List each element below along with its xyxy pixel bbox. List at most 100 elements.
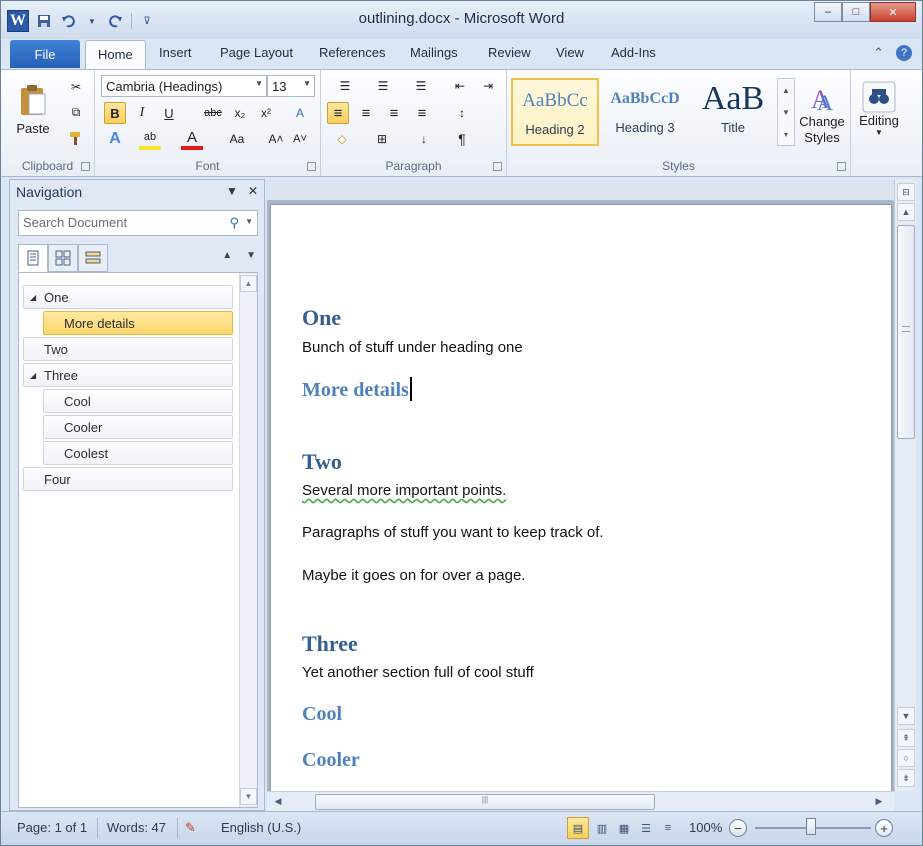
search-icon[interactable]: ⚲: [229, 215, 239, 231]
subscript-button[interactable]: x₂: [229, 102, 251, 124]
font-color-icon[interactable]: A: [181, 128, 203, 150]
styles-gallery-scroll[interactable]: ▲ ▼ ▾: [777, 78, 795, 146]
paste-button[interactable]: Paste: [13, 76, 53, 142]
styles-dialog-launcher-icon[interactable]: [837, 162, 846, 171]
browse-results-icon[interactable]: [78, 244, 108, 272]
tab-review[interactable]: Review: [488, 45, 531, 60]
underline-button[interactable]: U: [158, 102, 180, 124]
editing-button[interactable]: Editing ▼: [857, 74, 901, 144]
highlight-icon[interactable]: ab: [139, 128, 161, 150]
draft-view-icon[interactable]: ≡: [657, 817, 679, 839]
body-paragraph[interactable]: Maybe it goes on for over a page.: [302, 567, 525, 584]
clipboard-dialog-launcher-icon[interactable]: [81, 162, 90, 171]
numbering-icon[interactable]: ☰: [367, 75, 399, 97]
previous-heading-icon[interactable]: ▲: [222, 250, 232, 261]
change-styles-button[interactable]: AA Change Styles: [797, 78, 847, 152]
page-count[interactable]: Page: 1 of 1: [17, 820, 87, 835]
font-size-combo[interactable]: 13 ▼: [267, 75, 315, 97]
close-button[interactable]: ✕: [870, 2, 916, 22]
sort-icon[interactable]: ↓: [413, 128, 435, 150]
horizontal-scrollbar[interactable]: ◀ ||| ▶: [267, 791, 894, 811]
body-paragraph[interactable]: Paragraphs of stuff you want to keep tra…: [302, 524, 604, 541]
search-document-input[interactable]: Search Document ⚲ ▼: [18, 210, 258, 236]
grow-font-button[interactable]: A˄: [265, 128, 287, 150]
minimize-button[interactable]: –: [814, 2, 842, 22]
body-paragraph[interactable]: Several more important points.: [302, 482, 506, 499]
scroll-right-icon[interactable]: ▶: [870, 793, 888, 810]
paragraph-dialog-launcher-icon[interactable]: [493, 162, 502, 171]
minimize-ribbon-icon[interactable]: ⌃: [873, 45, 884, 61]
style-title[interactable]: AaB Title: [689, 78, 777, 146]
change-case-button[interactable]: Aa: [223, 128, 251, 150]
zoom-in-icon[interactable]: +: [875, 819, 893, 837]
heading-more-details[interactable]: More details: [302, 377, 412, 402]
search-options-chevron-down-icon[interactable]: ▼: [245, 217, 253, 226]
next-page-icon[interactable]: ⇟: [897, 769, 915, 787]
collapse-triangle-icon[interactable]: ◢: [30, 293, 38, 302]
justify-icon[interactable]: ≡: [411, 102, 433, 124]
zoom-slider-thumb[interactable]: [806, 818, 816, 835]
language-indicator[interactable]: English (U.S.): [221, 820, 301, 835]
browse-headings-icon[interactable]: [18, 244, 48, 272]
ruler-toggle-icon[interactable]: ⊟: [897, 183, 915, 201]
maximize-button[interactable]: □: [842, 2, 870, 22]
font-dialog-launcher-icon[interactable]: [307, 162, 316, 171]
heading-one[interactable]: One: [302, 305, 341, 331]
tab-file[interactable]: File: [10, 40, 80, 68]
vertical-scrollbar[interactable]: ⊟ ▲ ▼ ⇞ ○ ⇟: [894, 179, 916, 791]
italic-button[interactable]: I: [131, 102, 153, 124]
scroll-left-icon[interactable]: ◀: [269, 793, 287, 810]
font-name-combo[interactable]: Cambria (Headings) ▼: [101, 75, 267, 97]
heading-three[interactable]: Three: [302, 631, 358, 657]
full-screen-reading-icon[interactable]: ▥: [591, 817, 613, 839]
nav-heading-four[interactable]: Four: [23, 467, 233, 491]
nav-heading-coolest[interactable]: Coolest: [43, 441, 233, 465]
horizontal-scroll-thumb[interactable]: |||: [315, 794, 655, 810]
web-layout-icon[interactable]: ▦: [613, 817, 635, 839]
tab-references[interactable]: References: [319, 45, 385, 60]
bullets-icon[interactable]: ☰: [329, 75, 361, 97]
tab-home[interactable]: Home: [85, 40, 146, 70]
zoom-level[interactable]: 100%: [689, 820, 722, 835]
heading-cool[interactable]: Cool: [302, 703, 342, 726]
previous-page-icon[interactable]: ⇞: [897, 729, 915, 747]
collapse-triangle-icon[interactable]: ◢: [30, 371, 38, 380]
scroll-up-icon[interactable]: ▲: [240, 275, 257, 292]
align-right-icon[interactable]: ≡: [383, 102, 405, 124]
superscript-button[interactable]: x²: [255, 102, 277, 124]
tab-page-layout[interactable]: Page Layout: [220, 45, 293, 60]
style-heading-3[interactable]: AaBbCcD Heading 3: [601, 78, 689, 146]
decrease-indent-icon[interactable]: ⇤: [449, 75, 471, 97]
align-center-icon[interactable]: ≡: [355, 102, 377, 124]
scroll-up-icon[interactable]: ▲: [897, 203, 915, 221]
borders-icon[interactable]: ⊞: [367, 128, 397, 150]
outline-view-icon[interactable]: ☰: [635, 817, 657, 839]
document-page[interactable]: One Bunch of stuff under heading one Mor…: [271, 205, 891, 795]
close-pane-icon[interactable]: ✕: [248, 184, 258, 198]
proofing-icon[interactable]: ✎: [185, 820, 196, 836]
nav-heading-two[interactable]: Two: [23, 337, 233, 361]
chevron-up-icon[interactable]: ▲: [782, 86, 790, 95]
cut-icon[interactable]: ✂: [65, 76, 87, 98]
copy-icon[interactable]: ⧉: [65, 101, 87, 123]
nav-heading-cool[interactable]: Cool: [43, 389, 233, 413]
strikethrough-button[interactable]: abc: [198, 102, 228, 124]
nav-heading-one[interactable]: ◢ One: [23, 285, 233, 309]
increase-indent-icon[interactable]: ⇥: [477, 75, 499, 97]
navigation-scrollbar[interactable]: ▲ ▼: [239, 273, 257, 807]
clear-formatting-icon[interactable]: A: [289, 102, 311, 124]
more-styles-icon[interactable]: ▾: [784, 130, 788, 139]
show-formatting-marks-icon[interactable]: ¶: [451, 128, 473, 150]
scroll-down-icon[interactable]: ▼: [240, 788, 257, 805]
body-paragraph[interactable]: Bunch of stuff under heading one: [302, 339, 523, 356]
shrink-font-button[interactable]: A˅: [289, 128, 311, 150]
tab-add-ins[interactable]: Add-Ins: [611, 45, 656, 60]
heading-cooler[interactable]: Cooler: [302, 749, 360, 772]
text-effects-icon[interactable]: A: [104, 128, 126, 150]
next-heading-icon[interactable]: ▼: [246, 250, 256, 261]
nav-heading-three[interactable]: ◢ Three: [23, 363, 233, 387]
pane-options-icon[interactable]: ▼: [226, 184, 238, 198]
align-left-icon[interactable]: ≡: [327, 102, 349, 124]
browse-object-icon[interactable]: ○: [897, 749, 915, 767]
line-spacing-icon[interactable]: ↕: [447, 102, 477, 124]
